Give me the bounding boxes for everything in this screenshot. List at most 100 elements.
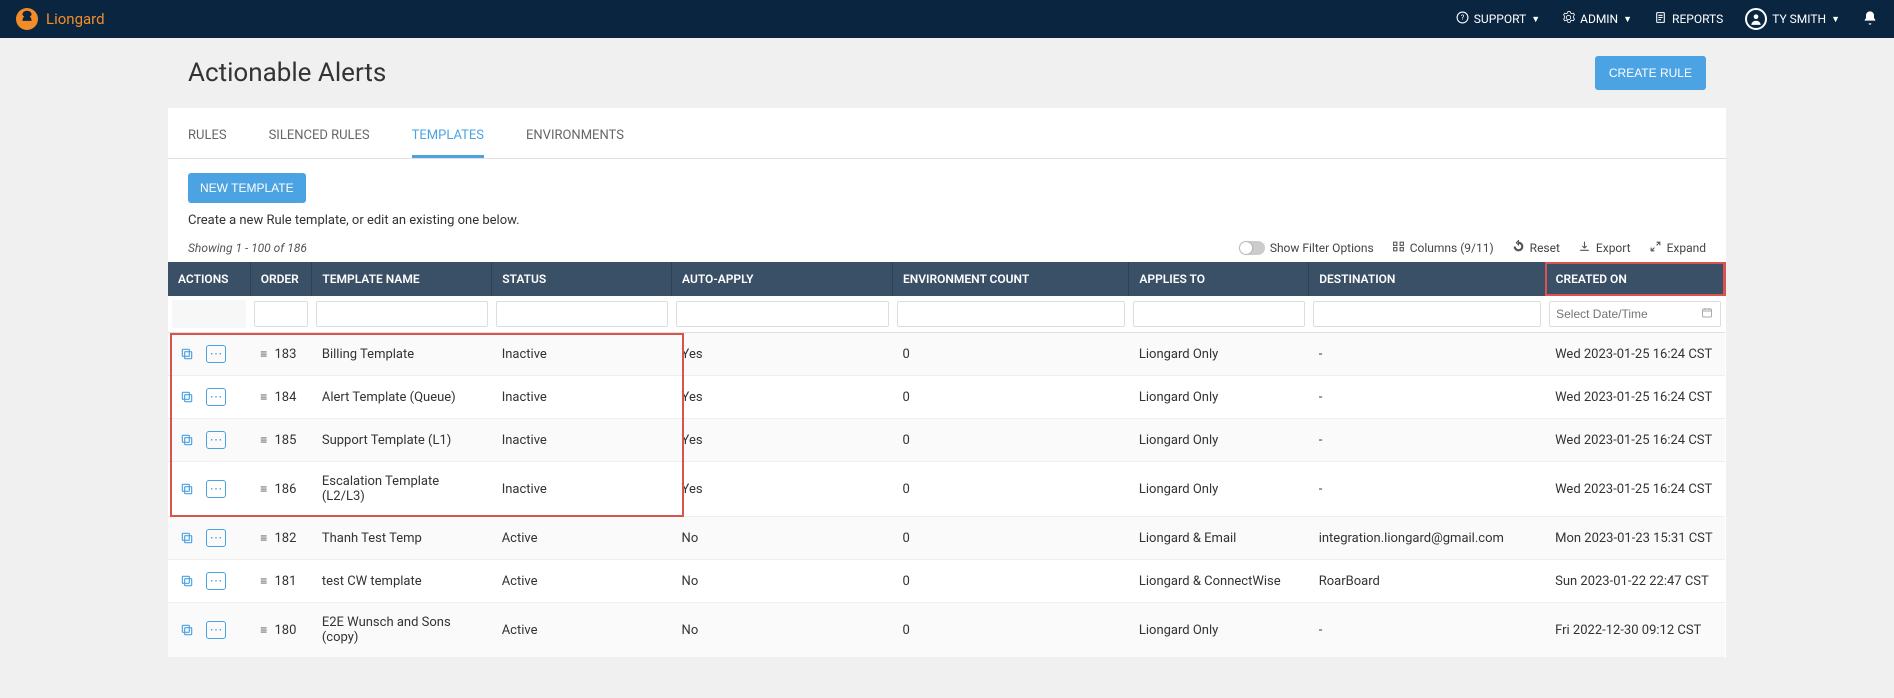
col-created-on[interactable]: CREATED ON [1545,262,1725,296]
drag-handle-icon[interactable]: ≡ [260,574,267,588]
export-button[interactable]: Export [1578,240,1631,256]
nav-support[interactable]: ? SUPPORT ▼ [1456,11,1540,27]
page-header: Actionable Alerts CREATE RULE [168,38,1726,108]
destination-value: - [1309,462,1545,517]
filter-auto[interactable] [676,301,889,327]
auto-apply-value: Yes [672,462,893,517]
table-row[interactable]: ⋯ ≡ 181 test CW template Active No 0 Lio… [168,560,1725,603]
calendar-icon [1701,307,1713,322]
table-row[interactable]: ⋯ ≡ 186 Escalation Template (L2/L3) Inac… [168,462,1725,517]
showing-count: Showing 1 - 100 of 186 [188,241,307,255]
env-count-value: 0 [893,517,1129,560]
create-rule-button[interactable]: CREATE RULE [1595,56,1706,90]
applies-to-value: Liongard & ConnectWise [1129,560,1309,603]
order-value: 185 [274,433,296,448]
auto-apply-value: Yes [672,419,893,462]
col-status[interactable]: STATUS [492,262,672,296]
drag-handle-icon[interactable]: ≡ [260,390,267,404]
destination-value: RoarBoard [1309,560,1545,603]
col-auto-apply[interactable]: AUTO-APPLY [672,262,893,296]
col-order[interactable]: ORDER [250,262,312,296]
brand[interactable]: Liongard [16,8,105,30]
columns-picker[interactable]: Columns (9/11) [1392,240,1494,256]
filter-env[interactable] [897,301,1125,327]
status-value: Active [492,560,672,603]
more-actions-icon[interactable]: ⋯ [206,431,226,449]
destination-value: integration.liongard@gmail.com [1309,517,1545,560]
expand-button[interactable]: Expand [1649,240,1706,256]
copy-icon[interactable] [178,480,196,498]
filter-order[interactable] [254,301,308,327]
order-value: 181 [274,574,296,589]
table-row[interactable]: ⋯ ≡ 185 Support Template (L1) Inactive Y… [168,419,1725,462]
more-actions-icon[interactable]: ⋯ [206,388,226,406]
env-count-value: 0 [893,333,1129,376]
copy-icon[interactable] [178,621,196,639]
more-actions-icon[interactable]: ⋯ [206,572,226,590]
tab-templates[interactable]: TEMPLATES [412,116,484,158]
gear-icon [1562,11,1575,27]
nav-admin[interactable]: ADMIN ▼ [1562,11,1632,27]
tab-silenced-rules[interactable]: SILENCED RULES [269,116,370,158]
env-count-value: 0 [893,603,1129,658]
document-icon [1654,11,1667,27]
nav-notifications[interactable] [1862,10,1878,29]
tab-rules[interactable]: RULES [188,116,227,158]
drag-handle-icon[interactable]: ≡ [260,433,267,447]
reset-icon [1512,240,1525,256]
env-count-value: 0 [893,462,1129,517]
reset-button[interactable]: Reset [1512,240,1560,256]
copy-icon[interactable] [178,388,196,406]
destination-value: - [1309,376,1545,419]
more-actions-icon[interactable]: ⋯ [206,345,226,363]
applies-to-value: Liongard Only [1129,376,1309,419]
col-actions[interactable]: ACTIONS [168,262,250,296]
filter-applies[interactable] [1133,301,1305,327]
drag-handle-icon[interactable]: ≡ [260,482,267,496]
filter-dest[interactable] [1313,301,1541,327]
copy-icon[interactable] [178,431,196,449]
copy-icon[interactable] [178,572,196,590]
nav-user[interactable]: TY SMITH ▼ [1745,8,1840,30]
drag-handle-icon[interactable]: ≡ [260,623,267,637]
nav-reports[interactable]: REPORTS [1654,11,1723,27]
columns-icon [1392,240,1405,256]
table-row[interactable]: ⋯ ≡ 180 E2E Wunsch and Sons (copy) Activ… [168,603,1725,658]
order-value: 184 [274,390,296,405]
avatar-icon [1745,8,1767,30]
col-destination[interactable]: DESTINATION [1309,262,1545,296]
template-name: Alert Template (Queue) [312,376,492,419]
more-actions-icon[interactable]: ⋯ [206,621,226,639]
tab-environments[interactable]: ENVIRONMENTS [526,116,624,158]
col-environment-count[interactable]: ENVIRONMENT COUNT [893,262,1129,296]
status-value: Active [492,603,672,658]
order-value: 183 [274,347,296,362]
col-applies-to[interactable]: APPLIES TO [1129,262,1309,296]
filter-status[interactable] [496,301,668,327]
order-value: 180 [274,623,296,638]
svg-text:?: ? [1461,13,1465,22]
table-row[interactable]: ⋯ ≡ 182 Thanh Test Temp Active No 0 Lion… [168,517,1725,560]
copy-icon[interactable] [178,529,196,547]
filter-name[interactable] [316,301,488,327]
templates-table: ACTIONS ORDER TEMPLATE NAME STATUS AUTO-… [168,262,1726,658]
template-name: Support Template (L1) [312,419,492,462]
status-value: Inactive [492,419,672,462]
filter-created[interactable] [1549,301,1721,327]
more-actions-icon[interactable]: ⋯ [206,480,226,498]
toggle-filter-options[interactable]: Show Filter Options [1239,241,1374,255]
created-on-value: Wed 2023-01-25 16:24 CST [1545,333,1725,376]
table-row[interactable]: ⋯ ≡ 184 Alert Template (Queue) Inactive … [168,376,1725,419]
new-template-button[interactable]: NEW TEMPLATE [188,173,306,203]
table-row[interactable]: ⋯ ≡ 183 Billing Template Inactive Yes 0 … [168,333,1725,376]
more-actions-icon[interactable]: ⋯ [206,529,226,547]
drag-handle-icon[interactable]: ≡ [260,531,267,545]
col-template-name[interactable]: TEMPLATE NAME [312,262,492,296]
applies-to-value: Liongard Only [1129,333,1309,376]
copy-icon[interactable] [178,345,196,363]
template-name: E2E Wunsch and Sons (copy) [312,603,492,658]
drag-handle-icon[interactable]: ≡ [260,347,267,361]
applies-to-value: Liongard Only [1129,603,1309,658]
brand-logo-icon [16,8,38,30]
help-icon: ? [1456,11,1469,27]
